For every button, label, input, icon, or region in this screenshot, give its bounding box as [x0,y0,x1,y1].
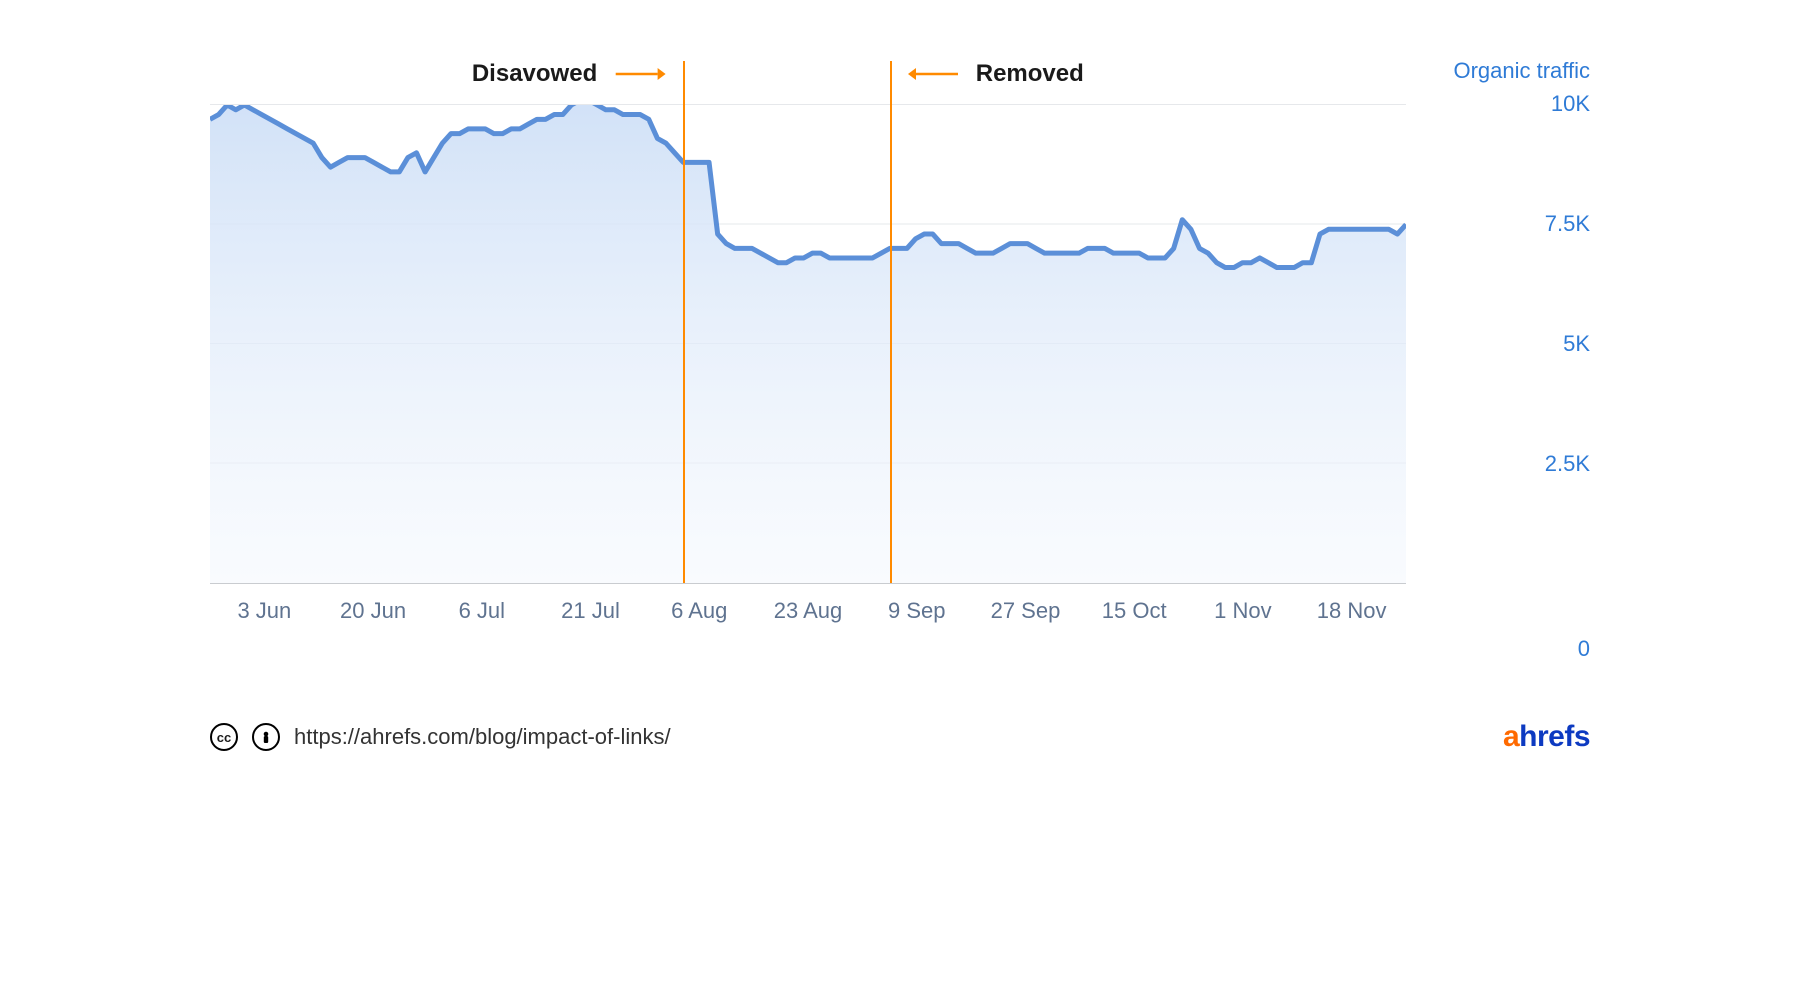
y-axis-label: Organic traffic [1430,60,1590,82]
chart-card: Disavowed Removed 3 Jun 20 Jun 6 Jul 21 Jul… [170,0,1630,794]
y-tick: 2.5K [1545,451,1590,477]
cc-icon: cc [210,723,238,751]
annotation: Disavowed [472,60,665,88]
x-tick: 27 Sep [991,598,1061,624]
annotations-row: Disavowed Removed [210,60,1406,96]
attribution-icon [252,723,280,751]
y-tick: 10K [1551,91,1590,117]
x-tick: 9 Sep [888,598,946,624]
y-tick: 7.5K [1545,211,1590,237]
brand-letter-a: a [1503,720,1519,753]
plot-surface [210,104,1406,584]
annotation: Removed [908,60,1084,88]
x-tick: 18 Nov [1317,598,1387,624]
arrow-right-icon [615,65,665,83]
person-icon [258,729,274,745]
arrow-left-icon [908,65,958,83]
x-tick: 1 Nov [1214,598,1271,624]
brand-logo: ahrefs [1503,720,1590,754]
x-tick: 6 Jul [459,598,505,624]
marker-line [890,61,892,583]
chart-footer: cc https://ahrefs.com/blog/impact-of-lin… [210,720,1590,754]
source-url: https://ahrefs.com/blog/impact-of-links/ [294,724,671,750]
x-tick: 20 Jun [340,598,406,624]
x-tick: 23 Aug [774,598,843,624]
chart-area: Disavowed Removed 3 Jun 20 Jun 6 Jul 21 Jul… [210,60,1590,648]
annotation-label: Removed [976,60,1084,88]
brand-rest: hrefs [1519,720,1590,753]
x-tick: 3 Jun [237,598,291,624]
annotation-label: Disavowed [472,60,597,88]
x-axis-ticks: 3 Jun 20 Jun 6 Jul 21 Jul 6 Aug 23 Aug 9 Sep 27… [210,598,1406,648]
x-tick: 15 Oct [1102,598,1167,624]
x-tick: 21 Jul [561,598,620,624]
marker-line [683,61,685,583]
y-tick: 0 [1578,636,1590,662]
y-axis-ticks: 10K7.5K5K2.5K0 [1430,104,1590,584]
y-tick: 5K [1563,331,1590,357]
x-tick: 6 Aug [671,598,727,624]
